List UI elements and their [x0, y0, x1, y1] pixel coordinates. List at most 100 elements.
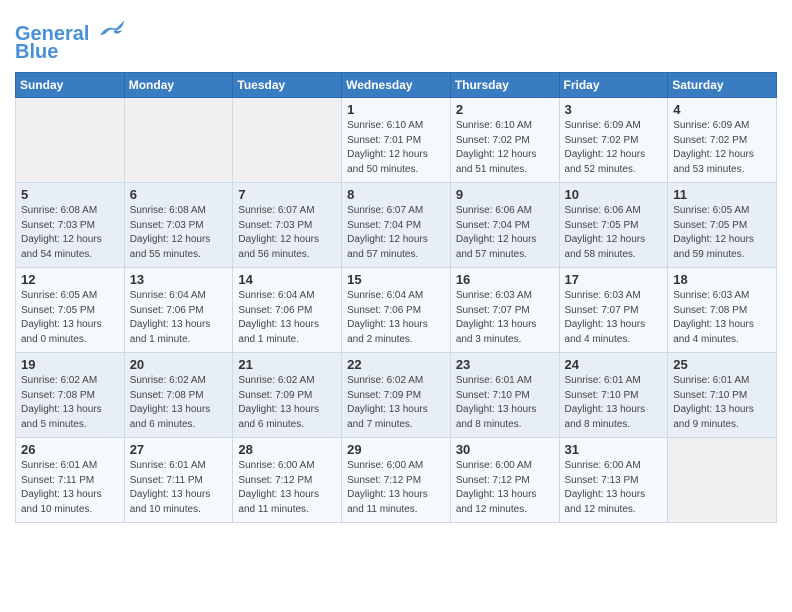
day-number: 21	[238, 357, 336, 372]
day-info: Sunrise: 6:06 AM Sunset: 7:05 PM Dayligh…	[565, 204, 663, 262]
day-number: 16	[456, 272, 554, 287]
calendar-cell: 29 Sunrise: 6:00 AM Sunset: 7:12 PM Dayli…	[342, 438, 451, 523]
day-info: Sunrise: 6:00 AM Sunset: 7:12 PM Dayligh…	[238, 459, 336, 517]
calendar-cell: 21 Sunrise: 6:02 AM Sunset: 7:09 PM Dayli…	[233, 353, 342, 438]
day-number: 12	[21, 272, 119, 287]
day-info: Sunrise: 6:04 AM Sunset: 7:06 PM Dayligh…	[238, 289, 336, 347]
calendar-week-row: 1 Sunrise: 6:10 AM Sunset: 7:01 PM Daylig…	[16, 98, 777, 183]
day-info: Sunrise: 6:01 AM Sunset: 7:10 PM Dayligh…	[565, 374, 663, 432]
day-info: Sunrise: 6:00 AM Sunset: 7:12 PM Dayligh…	[456, 459, 554, 517]
calendar-cell: 23Sunrise: 6:01 AM Sunset: 7:10 PM Dayli…	[450, 353, 559, 438]
day-info: Sunrise: 6:09 AM Sunset: 7:02 PM Dayligh…	[673, 119, 771, 177]
day-number: 28	[238, 442, 336, 457]
logo: General Blue	[15, 18, 126, 64]
weekday-header-sunday: Sunday	[16, 73, 125, 98]
calendar-week-row: 12 Sunrise: 6:05 AM Sunset: 7:05 PM Dayli…	[16, 268, 777, 353]
day-info: Sunrise: 6:04 AM Sunset: 7:06 PM Dayligh…	[130, 289, 228, 347]
weekday-header-wednesday: Wednesday	[342, 73, 451, 98]
day-info: Sunrise: 6:05 AM Sunset: 7:05 PM Dayligh…	[673, 204, 771, 262]
logo-bird-icon	[98, 18, 126, 40]
day-number: 8	[347, 187, 445, 202]
day-number: 18	[673, 272, 771, 287]
day-info: Sunrise: 6:03 AM Sunset: 7:07 PM Dayligh…	[456, 289, 554, 347]
day-number: 29	[347, 442, 445, 457]
day-number: 30	[456, 442, 554, 457]
day-number: 19	[21, 357, 119, 372]
day-number: 13	[130, 272, 228, 287]
day-info: Sunrise: 6:02 AM Sunset: 7:09 PM Dayligh…	[238, 374, 336, 432]
calendar-cell: 10 Sunrise: 6:06 AM Sunset: 7:05 PM Dayli…	[559, 183, 668, 268]
calendar-cell: 22Sunrise: 6:02 AM Sunset: 7:09 PM Dayli…	[342, 353, 451, 438]
calendar-cell: 17 Sunrise: 6:03 AM Sunset: 7:07 PM Dayli…	[559, 268, 668, 353]
day-info: Sunrise: 6:09 AM Sunset: 7:02 PM Dayligh…	[565, 119, 663, 177]
day-info: Sunrise: 6:02 AM Sunset: 7:08 PM Dayligh…	[130, 374, 228, 432]
calendar-cell: 1 Sunrise: 6:10 AM Sunset: 7:01 PM Daylig…	[342, 98, 451, 183]
calendar-cell: 14 Sunrise: 6:04 AM Sunset: 7:06 PM Dayli…	[233, 268, 342, 353]
calendar-cell: 19 Sunrise: 6:02 AM Sunset: 7:08 PM Dayli…	[16, 353, 125, 438]
calendar-cell: 11 Sunrise: 6:05 AM Sunset: 7:05 PM Dayli…	[668, 183, 777, 268]
day-info: Sunrise: 6:07 AM Sunset: 7:04 PM Dayligh…	[347, 204, 445, 262]
day-info: Sunrise: 6:06 AM Sunset: 7:04 PM Dayligh…	[456, 204, 554, 262]
day-number: 22	[347, 357, 445, 372]
day-info: Sunrise: 6:05 AM Sunset: 7:05 PM Dayligh…	[21, 289, 119, 347]
weekday-header-friday: Friday	[559, 73, 668, 98]
day-number: 14	[238, 272, 336, 287]
calendar-cell: 13 Sunrise: 6:04 AM Sunset: 7:06 PM Dayli…	[124, 268, 233, 353]
day-number: 3	[565, 102, 663, 117]
weekday-header-saturday: Saturday	[668, 73, 777, 98]
calendar-cell	[668, 438, 777, 523]
day-number: 31	[565, 442, 663, 457]
calendar-cell: 28 Sunrise: 6:00 AM Sunset: 7:12 PM Dayli…	[233, 438, 342, 523]
day-info: Sunrise: 6:08 AM Sunset: 7:03 PM Dayligh…	[130, 204, 228, 262]
day-number: 15	[347, 272, 445, 287]
calendar-table: SundayMondayTuesdayWednesdayThursdayFrid…	[15, 72, 777, 523]
calendar-cell: 26 Sunrise: 6:01 AM Sunset: 7:11 PM Dayli…	[16, 438, 125, 523]
calendar-cell: 27Sunrise: 6:01 AM Sunset: 7:11 PM Dayli…	[124, 438, 233, 523]
calendar-cell: 9Sunrise: 6:06 AM Sunset: 7:04 PM Daylig…	[450, 183, 559, 268]
day-number: 11	[673, 187, 771, 202]
day-info: Sunrise: 6:00 AM Sunset: 7:13 PM Dayligh…	[565, 459, 663, 517]
day-info: Sunrise: 6:03 AM Sunset: 7:08 PM Dayligh…	[673, 289, 771, 347]
calendar-cell: 3 Sunrise: 6:09 AM Sunset: 7:02 PM Daylig…	[559, 98, 668, 183]
calendar-cell: 18 Sunrise: 6:03 AM Sunset: 7:08 PM Dayli…	[668, 268, 777, 353]
day-info: Sunrise: 6:08 AM Sunset: 7:03 PM Dayligh…	[21, 204, 119, 262]
day-number: 5	[21, 187, 119, 202]
weekday-header-thursday: Thursday	[450, 73, 559, 98]
calendar-cell	[233, 98, 342, 183]
calendar-cell	[124, 98, 233, 183]
day-info: Sunrise: 6:01 AM Sunset: 7:10 PM Dayligh…	[673, 374, 771, 432]
day-number: 24	[565, 357, 663, 372]
calendar-cell: 6 Sunrise: 6:08 AM Sunset: 7:03 PM Daylig…	[124, 183, 233, 268]
calendar-cell: 24 Sunrise: 6:01 AM Sunset: 7:10 PM Dayli…	[559, 353, 668, 438]
calendar-cell: 16 Sunrise: 6:03 AM Sunset: 7:07 PM Dayli…	[450, 268, 559, 353]
calendar-cell: 12 Sunrise: 6:05 AM Sunset: 7:05 PM Dayli…	[16, 268, 125, 353]
day-info: Sunrise: 6:10 AM Sunset: 7:01 PM Dayligh…	[347, 119, 445, 177]
day-number: 17	[565, 272, 663, 287]
calendar-week-row: 26 Sunrise: 6:01 AM Sunset: 7:11 PM Dayli…	[16, 438, 777, 523]
weekday-header-monday: Monday	[124, 73, 233, 98]
day-number: 7	[238, 187, 336, 202]
day-number: 25	[673, 357, 771, 372]
day-info: Sunrise: 6:00 AM Sunset: 7:12 PM Dayligh…	[347, 459, 445, 517]
day-number: 26	[21, 442, 119, 457]
day-number: 6	[130, 187, 228, 202]
day-number: 27	[130, 442, 228, 457]
day-info: Sunrise: 6:03 AM Sunset: 7:07 PM Dayligh…	[565, 289, 663, 347]
day-info: Sunrise: 6:10 AM Sunset: 7:02 PM Dayligh…	[456, 119, 554, 177]
day-number: 23	[456, 357, 554, 372]
day-number: 20	[130, 357, 228, 372]
weekday-header-row: SundayMondayTuesdayWednesdayThursdayFrid…	[16, 73, 777, 98]
calendar-cell: 25 Sunrise: 6:01 AM Sunset: 7:10 PM Dayli…	[668, 353, 777, 438]
calendar-cell: 4 Sunrise: 6:09 AM Sunset: 7:02 PM Daylig…	[668, 98, 777, 183]
day-info: Sunrise: 6:01 AM Sunset: 7:11 PM Dayligh…	[21, 459, 119, 517]
day-number: 1	[347, 102, 445, 117]
calendar-week-row: 5 Sunrise: 6:08 AM Sunset: 7:03 PM Daylig…	[16, 183, 777, 268]
calendar-cell: 31 Sunrise: 6:00 AM Sunset: 7:13 PM Dayli…	[559, 438, 668, 523]
day-info: Sunrise: 6:02 AM Sunset: 7:08 PM Dayligh…	[21, 374, 119, 432]
day-number: 10	[565, 187, 663, 202]
calendar-cell	[16, 98, 125, 183]
day-number: 4	[673, 102, 771, 117]
calendar-cell: 15Sunrise: 6:04 AM Sunset: 7:06 PM Dayli…	[342, 268, 451, 353]
calendar-cell: 30 Sunrise: 6:00 AM Sunset: 7:12 PM Dayli…	[450, 438, 559, 523]
calendar-cell: 5 Sunrise: 6:08 AM Sunset: 7:03 PM Daylig…	[16, 183, 125, 268]
